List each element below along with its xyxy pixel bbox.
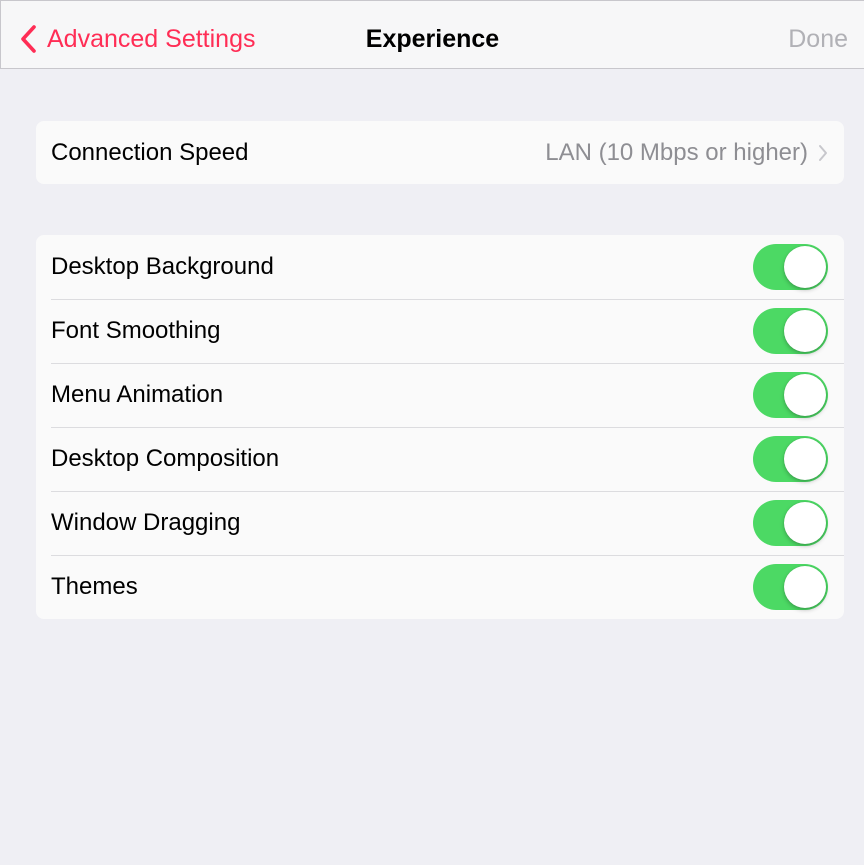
toggle-label: Window Dragging [51,509,241,536]
connection-speed-value: LAN (10 Mbps or higher) [545,138,808,166]
themes-switch[interactable] [753,564,828,610]
chevron-left-icon [21,25,36,53]
menu-animation-switch[interactable] [753,372,828,418]
toggle-label: Themes [51,573,138,600]
switch-knob [784,374,826,416]
toggle-label: Desktop Composition [51,445,280,472]
toggle-label: Menu Animation [51,381,224,408]
toggle-label: Font Smoothing [51,317,221,344]
switch-knob [784,566,826,608]
toggle-row-window-dragging: Window Dragging [36,491,844,555]
toggle-row-themes: Themes [36,555,844,619]
switch-knob [784,246,826,288]
toggle-row-menu-animation: Menu Animation [36,363,844,427]
switch-knob [784,438,826,480]
desktop-background-switch[interactable] [753,244,828,290]
toggle-row-font-smoothing: Font Smoothing [36,299,844,363]
toggle-row-desktop-composition: Desktop Composition [36,427,844,491]
done-button[interactable]: Done [788,21,848,57]
chevron-right-icon [819,144,827,161]
toggle-row-desktop-background: Desktop Background [36,235,844,299]
desktop-composition-switch[interactable] [753,436,828,482]
connection-speed-group: Connection Speed LAN (10 Mbps or higher) [36,121,844,184]
switch-knob [784,502,826,544]
switch-knob [784,310,826,352]
navigation-bar: Advanced Settings Experience Done [0,0,864,69]
toggle-label: Desktop Background [51,253,274,280]
back-button-label: Advanced Settings [47,25,256,53]
font-smoothing-switch[interactable] [753,308,828,354]
window-dragging-switch[interactable] [753,500,828,546]
back-button[interactable]: Advanced Settings [19,21,255,57]
connection-speed-label: Connection Speed [51,138,249,166]
experience-toggles-group: Desktop Background Font Smoothing Menu A… [36,235,844,619]
connection-speed-row[interactable]: Connection Speed LAN (10 Mbps or higher) [36,121,844,184]
